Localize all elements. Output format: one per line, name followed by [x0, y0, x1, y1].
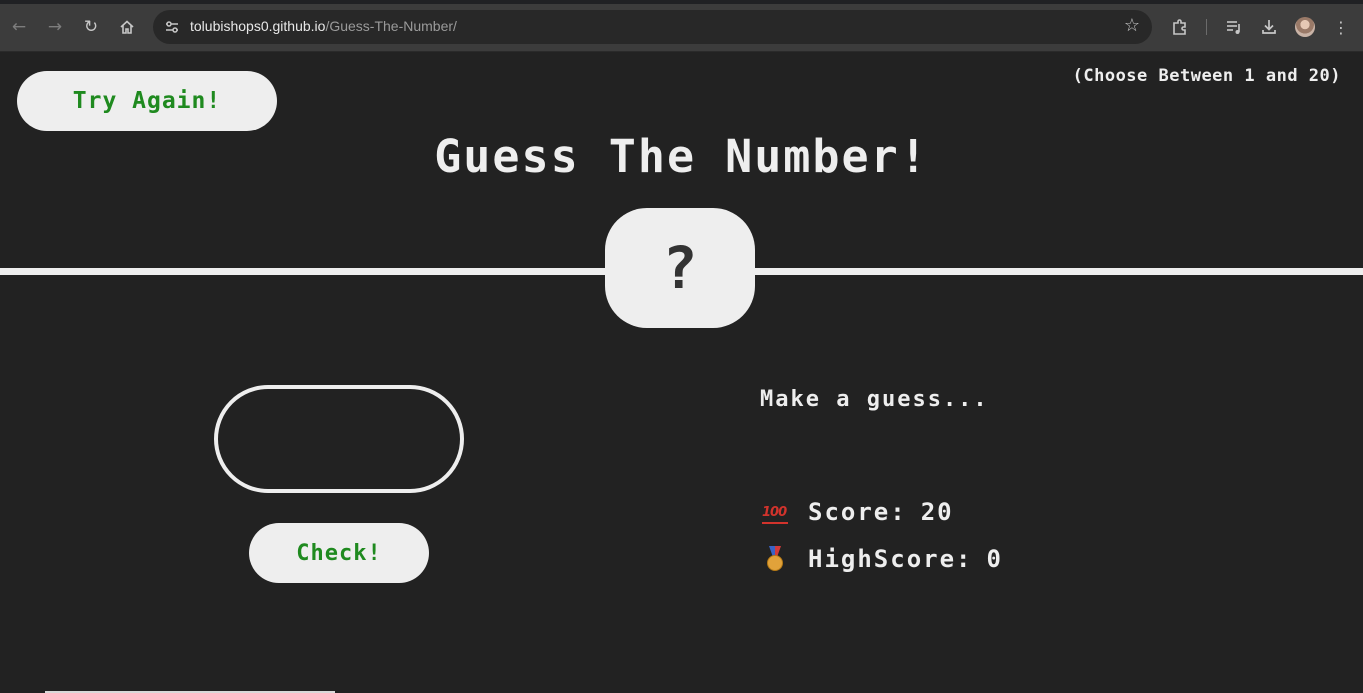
- secret-number-box: ?: [605, 208, 755, 328]
- forward-button[interactable]: →: [40, 12, 70, 42]
- score-row: 100 Score: 20: [762, 498, 954, 526]
- home-icon: [120, 20, 134, 34]
- star-icon: ☆: [1123, 15, 1140, 36]
- profile-avatar[interactable]: [1295, 17, 1315, 37]
- kebab-menu-icon: ⋮: [1333, 17, 1349, 37]
- toolbar-separator: [1206, 19, 1207, 35]
- back-button[interactable]: ←: [4, 12, 34, 42]
- media-control-button[interactable]: [1219, 12, 1249, 42]
- highscore-value: 0: [986, 545, 1003, 573]
- url-text[interactable]: tolubishops0.github.io/Guess-The-Number/: [190, 18, 457, 34]
- try-again-button[interactable]: Try Again!: [17, 71, 277, 131]
- browser-menu-button[interactable]: ⋮: [1326, 12, 1356, 42]
- puzzle-icon: [1173, 19, 1186, 35]
- tune-icon: [166, 21, 178, 33]
- tab-strip-edge: [0, 0, 1363, 4]
- page-title: Guess The Number!: [434, 130, 929, 183]
- reload-button[interactable]: ↻: [76, 12, 106, 42]
- game-page: Try Again! (Choose Between 1 and 20) Gue…: [0, 52, 1363, 693]
- address-bar[interactable]: tolubishops0.github.io/Guess-The-Number/…: [153, 10, 1152, 44]
- score-value: 20: [920, 498, 954, 526]
- score-label: Score:: [808, 498, 907, 526]
- url-path: /Guess-The-Number/: [325, 18, 457, 34]
- downloads-button[interactable]: [1254, 12, 1284, 42]
- arrow-left-icon: ←: [11, 17, 27, 37]
- media-queue-icon: [1227, 21, 1240, 34]
- arrow-right-icon: →: [47, 17, 63, 37]
- highscore-row: HighScore: 0: [762, 545, 1003, 573]
- bookmark-button[interactable]: ☆: [1124, 15, 1140, 36]
- medal-icon: [762, 546, 788, 572]
- check-button[interactable]: Check!: [249, 523, 429, 583]
- browser-toolbar: ← → ↻ tolubishops0.github.io/Guess-The-N…: [0, 0, 1363, 52]
- hundred-points-icon: 100: [762, 500, 788, 524]
- url-host: tolubishops0.github.io: [190, 18, 326, 34]
- range-hint: (Choose Between 1 and 20): [1072, 66, 1341, 86]
- status-message: Make a guess...: [760, 387, 989, 412]
- download-icon: [1262, 20, 1276, 34]
- extensions-button[interactable]: [1165, 12, 1195, 42]
- highscore-label: HighScore:: [808, 545, 973, 573]
- home-button[interactable]: [112, 12, 142, 42]
- guess-input[interactable]: [214, 385, 464, 493]
- reload-icon: ↻: [83, 17, 99, 37]
- site-info-button[interactable]: [161, 16, 183, 38]
